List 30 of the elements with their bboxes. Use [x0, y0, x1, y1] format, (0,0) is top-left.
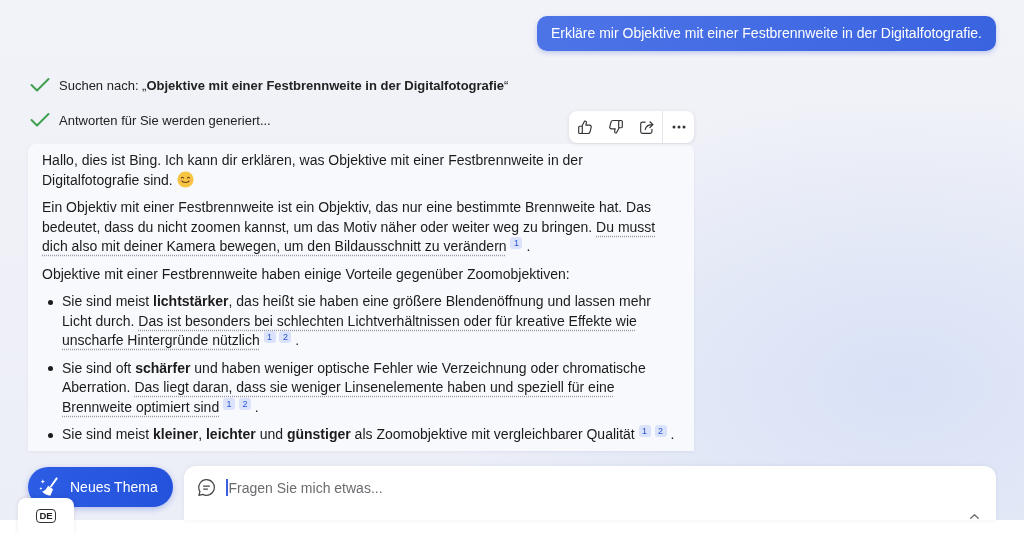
paragraph: Ein Objektiv mit einer Festbrennweite ist ein Objektiv, das nur eine bestimmte Brennweite hat. Das bedeutet, dass du nicht zoomen kannst, um das Motiv näher oder weiter weg zu bringen. Du musst dich also mit deiner Kamera bewegen, um den Bildausschnitt zu verändern 1 . [42, 198, 657, 256]
thumbs-up-icon [575, 118, 594, 136]
paragraph: Objektive mit einer Festbrennweite haben einige Vorteile gegenüber Zoomobjektiven: [42, 264, 571, 284]
citation-link[interactable]: 2 [279, 331, 292, 343]
chat-input-field[interactable]: Fragen Sie mich etwas... [228, 478, 982, 497]
paragraph: Hallo, dies ist Bing. Ich kann dir erklären, was Objektive mit einer Festbrennweite in der Digitalfotografie sind. [42, 151, 584, 190]
thumbs-down-icon [606, 118, 625, 136]
citation-link[interactable]: 1 [223, 397, 236, 410]
language-button[interactable]: DE [18, 498, 74, 534]
citation-link[interactable]: 2 [654, 425, 667, 437]
more-icon [671, 125, 686, 129]
list-item-text: Sie sind oft schärfer und haben weniger optische Fehler wie Verzeichnung oder chromatische Aberration. Das liegt daran, dass sie weniger Linsenelemente haben und speziell für eine Brennweite optimiert sind 1 2 . [62, 358, 647, 417]
message-box[interactable]: Fragen Sie mich etwas... [184, 466, 996, 520]
status-text: Suchen nach: „Objektive mit einer Festbrennweite in der Digitalfotografie“ [59, 77, 509, 93]
status-text: Antworten für Sie werden generiert... [59, 112, 271, 128]
citation-link[interactable]: 1 [263, 331, 276, 343]
list-item-text: Sie sind meist lichtstärker, das heißt sie haben eine größere Blendenöffnung und lassen mehr Licht durch. Das ist besonders bei schlechten Lichtverhältnissen oder für kreative Effekte wie unscharfe Hintergründe nützlich 1 2 . [62, 292, 652, 350]
citation-link[interactable]: 1 [510, 237, 523, 249]
user-message: Erkläre mir Objektive mit einer Festbrennweite in der Digitalfotografie. [536, 16, 996, 51]
smiley-icon [176, 170, 194, 188]
chat-bubble-icon [197, 478, 216, 497]
chevron-up-icon [970, 514, 979, 519]
bullet-icon [48, 432, 53, 438]
citation-link[interactable]: 1 [638, 425, 651, 437]
citation-link[interactable]: 2 [238, 397, 251, 410]
bullet-icon [48, 299, 53, 305]
share-icon [637, 118, 656, 136]
bullet-icon [48, 366, 53, 371]
list-item-text: Sie sind meist kleiner, leichter und günstiger als Zoomobjektive mit vergleichbarer Qualität 1 2 . [62, 425, 676, 444]
new-topic-button[interactable]: Neues Thema [28, 467, 173, 507]
